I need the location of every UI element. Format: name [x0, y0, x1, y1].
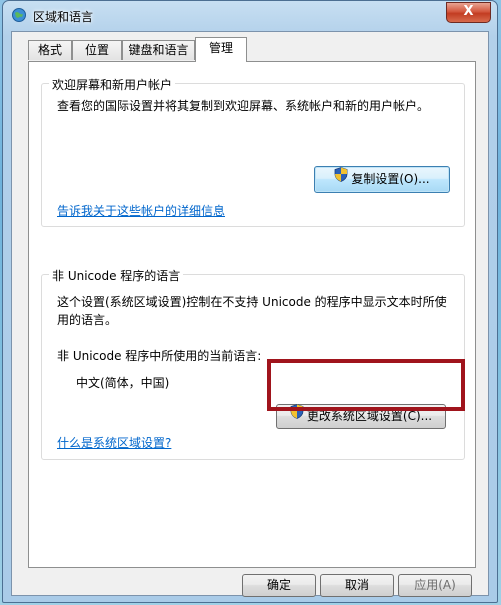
title-bar[interactable]: 区域和语言 X [3, 1, 497, 31]
tab-label: 管理 [208, 41, 233, 55]
copy-settings-label: 复制设置(O)... [351, 172, 430, 186]
copy-settings-button[interactable]: 复制设置(O)... [314, 166, 450, 193]
non-unicode-description-line1: 这个设置(系统区域设置)控制在不支持 Unicode 的程序中显示文本时所使 [57, 295, 447, 309]
ok-button[interactable]: 确定 [242, 574, 316, 597]
non-unicode-group-title: 非 Unicode 程序的语言 [49, 267, 184, 284]
tab-format[interactable]: 格式 [28, 40, 72, 60]
dialog-client: 格式 位置 键盘和语言 管理 欢迎屏幕和新用户帐户 查看您的国际设置并将其复制到… [11, 31, 489, 597]
close-icon: X [463, 4, 474, 19]
cancel-button[interactable]: 取消 [320, 574, 394, 597]
accounts-details-link[interactable]: 告诉我关于这些帐户的详细信息 [57, 202, 225, 220]
non-unicode-description-line2: 用的语言。 [57, 313, 118, 327]
annotation-highlight-box [267, 359, 465, 411]
globe-icon [11, 7, 27, 23]
tab-location[interactable]: 位置 [72, 40, 122, 60]
change-system-locale-label: 更改系统区域设置(C)... [306, 409, 433, 423]
ok-label: 确定 [266, 578, 291, 592]
window-title: 区域和语言 [33, 10, 94, 24]
welcome-group-title: 欢迎屏幕和新用户帐户 [49, 76, 176, 93]
tab-administrative[interactable]: 管理 [195, 37, 247, 62]
dialog-window: 区域和语言 X 格式 位置 键盘和语言 管理 欢迎屏幕和新用户帐户 查看您的国际… [2, 0, 498, 603]
welcome-group: 欢迎屏幕和新用户帐户 查看您的国际设置并将其复制到欢迎屏幕、系统帐户和新的用户帐… [41, 76, 465, 227]
tab-label: 格式 [37, 43, 62, 57]
tab-panel-administrative: 欢迎屏幕和新用户帐户 查看您的国际设置并将其复制到欢迎屏幕、系统帐户和新的用户帐… [28, 61, 476, 568]
tab-keyboard-language[interactable]: 键盘和语言 [122, 40, 195, 60]
apply-button[interactable]: 应用(A) [398, 574, 472, 597]
tab-label: 位置 [84, 43, 109, 57]
current-language-label: 非 Unicode 程序中所使用的当前语言: [57, 349, 262, 363]
tab-label: 键盘和语言 [128, 43, 189, 57]
current-language-value: 中文(简体，中国) [76, 376, 170, 390]
apply-label: 应用(A) [414, 578, 456, 592]
welcome-description: 查看您的国际设置并将其复制到欢迎屏幕、系统帐户和新的用户帐户。 [57, 99, 430, 113]
system-locale-info-link[interactable]: 什么是系统区域设置? [57, 434, 171, 452]
uac-shield-icon [334, 166, 348, 191]
cancel-label: 取消 [344, 578, 369, 592]
close-button[interactable]: X [446, 2, 491, 23]
